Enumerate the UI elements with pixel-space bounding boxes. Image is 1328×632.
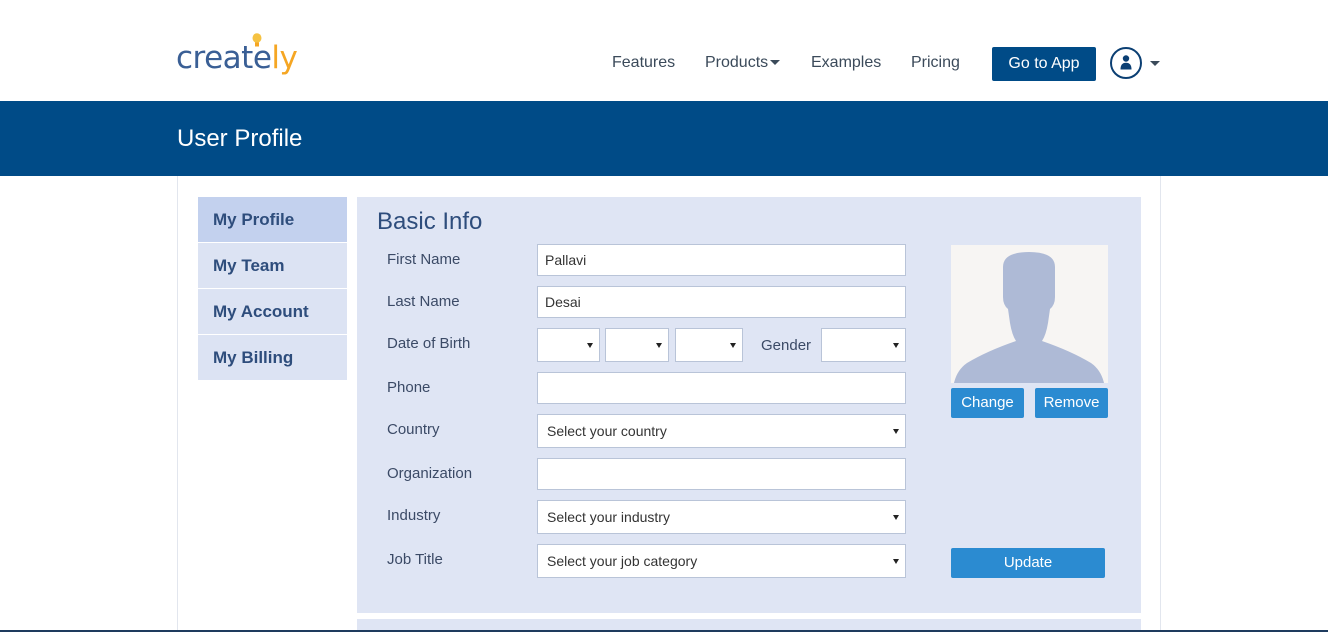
job-title-label: Job Title (387, 551, 443, 568)
change-photo-button[interactable]: Change (951, 388, 1024, 418)
industry-select[interactable]: Select your industry (537, 500, 906, 534)
go-to-app-button[interactable]: Go to App (992, 47, 1096, 81)
dropdown-arrow-icon (893, 343, 899, 348)
profile-photo (951, 245, 1108, 383)
dropdown-arrow-icon (730, 343, 736, 348)
last-name-input[interactable]: Desai (537, 286, 906, 318)
nav-products[interactable]: Products (705, 52, 781, 74)
page-title: User Profile (177, 125, 303, 152)
avatar-silhouette-icon (954, 252, 1104, 383)
organization-label: Organization (387, 465, 473, 482)
dropdown-arrow-icon (893, 429, 899, 434)
organization-input[interactable] (537, 458, 906, 490)
update-button[interactable]: Update (951, 548, 1105, 578)
industry-value: Select your industry (547, 509, 670, 525)
chevron-down-icon (770, 60, 781, 66)
dob-month-select[interactable] (605, 328, 669, 362)
dob-label: Date of Birth (387, 335, 471, 352)
sidebar-item-my-account[interactable]: My Account (198, 289, 347, 334)
dropdown-arrow-icon (893, 559, 899, 564)
gender-label: Gender (761, 337, 812, 354)
nav-examples[interactable]: Examples (811, 52, 881, 74)
first-name-label: First Name (387, 251, 461, 268)
nav-products-label: Products (705, 54, 769, 71)
nav-pricing[interactable]: Pricing (911, 52, 960, 74)
country-select[interactable]: Select your country (537, 414, 906, 448)
country-label: Country (387, 421, 440, 438)
job-title-select[interactable]: Select your job category (537, 544, 906, 578)
phone-label: Phone (387, 379, 431, 396)
basic-info-title: Basic Info (377, 208, 483, 235)
dropdown-arrow-icon (587, 343, 593, 348)
remove-photo-button[interactable]: Remove (1035, 388, 1108, 418)
last-name-label: Last Name (387, 293, 460, 310)
sidebar-item-my-team[interactable]: My Team (198, 243, 347, 288)
dropdown-arrow-icon (893, 515, 899, 520)
creately-logo[interactable]: creately (176, 38, 298, 78)
user-icon (1120, 55, 1132, 70)
user-menu-chevron-icon[interactable] (1150, 61, 1160, 66)
dob-day-select[interactable] (537, 328, 600, 362)
gender-select[interactable] (821, 328, 906, 362)
phone-input[interactable] (537, 372, 906, 404)
country-value: Select your country (547, 423, 667, 439)
first-name-input[interactable]: Pallavi (537, 244, 906, 276)
nav-features[interactable]: Features (612, 52, 675, 74)
dropdown-arrow-icon (656, 343, 662, 348)
job-title-value: Select your job category (547, 553, 698, 569)
dob-year-select[interactable] (675, 328, 743, 362)
industry-label: Industry (387, 507, 441, 524)
lightbulb-icon (252, 33, 262, 47)
sidebar-item-my-billing[interactable]: My Billing (198, 335, 347, 380)
sidebar-item-my-profile[interactable]: My Profile (198, 197, 347, 242)
user-menu-button[interactable] (1110, 47, 1142, 79)
